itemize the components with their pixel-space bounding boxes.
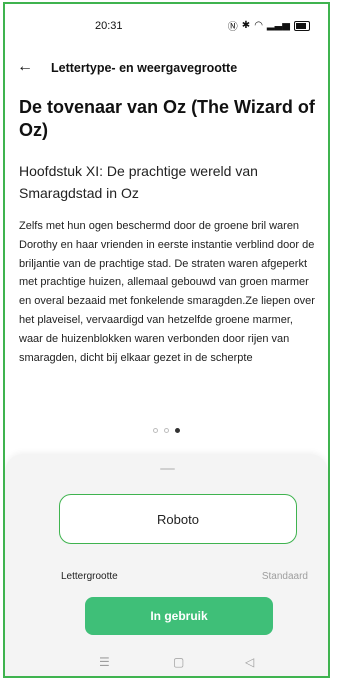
signal-icon: ▂▃▅ — [266, 20, 290, 31]
back-nav-icon[interactable]: ◁ — [245, 655, 254, 669]
page-dot[interactable] — [153, 428, 158, 433]
font-size-label: Lettergrootte — [61, 571, 118, 582]
chapter-title: Hoofdstuk XI: De prachtige wereld van Sm… — [19, 163, 258, 201]
book-title: De tovenaar van Oz (The Wizard of Oz) — [19, 97, 315, 140]
status-bar: 20:31 Ⓝ ✱ ◠ ▂▃▅ — [5, 4, 328, 44]
phone-frame: 20:31 Ⓝ ✱ ◠ ▂▃▅ ← Lettertype- en weergav… — [3, 2, 330, 678]
page-dot-active[interactable] — [175, 428, 180, 433]
status-time: 20:31 — [95, 20, 123, 32]
wifi-icon: ◠ — [254, 20, 263, 31]
header: ← Lettertype- en weergavegrootte — [5, 56, 328, 82]
system-nav-bar: ☰ ▢ ◁ — [5, 655, 328, 676]
status-icons: Ⓝ ✱ ◠ ▂▃▅ — [228, 18, 310, 33]
battery-icon — [294, 20, 310, 31]
nfc-icon: Ⓝ — [227, 22, 238, 33]
text-fade — [5, 378, 328, 392]
recents-menu-icon[interactable]: ☰ — [99, 655, 110, 669]
font-size-value: Standaard — [261, 571, 308, 582]
back-arrow-icon[interactable]: ← — [17, 58, 33, 76]
in-use-button[interactable]: In gebruik — [85, 597, 273, 635]
home-icon[interactable]: ▢ — [173, 655, 184, 669]
bottom-sheet: Roboto Lettergrootte Standaard In gebrui… — [5, 454, 328, 676]
preview-body-text: Zelfs met hun ogen beschermd door de gro… — [19, 220, 315, 364]
bluetooth-icon: ✱ — [241, 20, 251, 31]
sheet-handle[interactable] — [160, 468, 175, 470]
page-indicator[interactable] — [5, 428, 328, 433]
page-title: Lettertype- en weergavegrootte — [51, 61, 238, 75]
font-option-roboto[interactable]: Roboto — [59, 494, 297, 544]
page-dot[interactable] — [164, 428, 169, 433]
